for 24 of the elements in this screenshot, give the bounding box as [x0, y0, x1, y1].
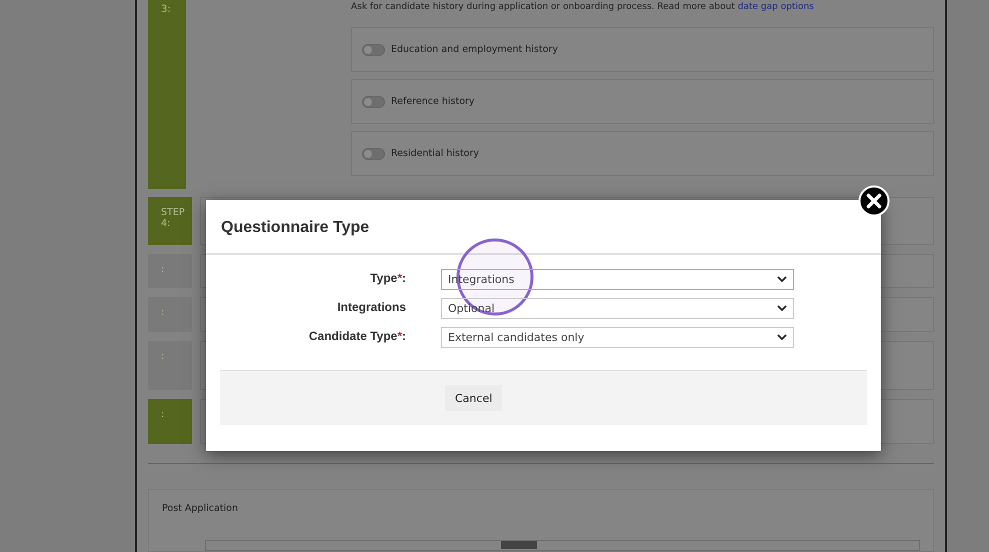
field-label: Candidate Type*:: [308, 328, 406, 343]
step-label: :: [161, 409, 164, 420]
dark-control: [501, 541, 537, 549]
section-title: Post Application: [162, 503, 239, 514]
chevron-down-icon: [777, 276, 787, 283]
step-label: :: [161, 264, 164, 275]
toggle-label: Residential history: [391, 148, 480, 159]
step-label: :: [161, 351, 164, 362]
step-label: STEP 4:: [161, 207, 185, 229]
step-label: :: [161, 307, 164, 318]
toggle-label: Education and employment history: [391, 44, 558, 55]
close-icon[interactable]: [858, 185, 890, 217]
step-label: 3:: [161, 4, 171, 15]
chevron-down-icon: [777, 305, 787, 312]
cancel-button[interactable]: Cancel: [445, 385, 502, 411]
toggle-label: Reference history: [391, 96, 475, 107]
toggle-switch[interactable]: [362, 96, 385, 108]
select-field[interactable]: External candidates only: [441, 327, 794, 348]
field-label: Integrations: [336, 299, 406, 314]
chevron-down-icon: [777, 334, 787, 341]
field-label: Type*:: [369, 270, 406, 285]
description-text: Ask for candidate history during application or onboarding process. Read more about date gap options: [351, 2, 815, 12]
toggle-switch[interactable]: [362, 44, 385, 56]
toggle-switch[interactable]: [362, 148, 385, 160]
